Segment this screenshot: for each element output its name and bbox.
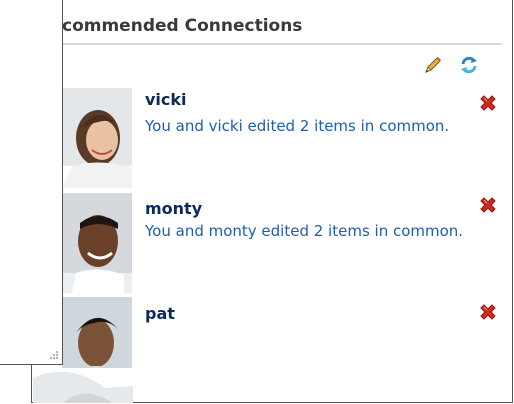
avatar[interactable]	[62, 297, 132, 366]
resize-grip[interactable]	[45, 347, 59, 361]
avatar-partial	[33, 366, 133, 403]
connection-name-monty[interactable]: monty	[145, 199, 202, 218]
connection-name-vicki[interactable]: vicki	[145, 90, 187, 109]
avatar[interactable]	[62, 88, 132, 188]
refresh-icon[interactable]	[458, 54, 480, 76]
pencil-icon[interactable]	[422, 54, 444, 76]
remove-icon[interactable]	[478, 302, 498, 322]
connection-description: You and monty edited 2 items in common.	[145, 222, 464, 240]
remove-icon[interactable]	[478, 93, 498, 113]
title-divider	[62, 43, 502, 45]
avatar[interactable]	[62, 193, 132, 293]
remove-icon[interactable]	[478, 195, 498, 215]
connection-description: You and vicki edited 2 items in common.	[145, 117, 450, 135]
overlapping-window	[0, 0, 63, 365]
connection-name-pat[interactable]: pat	[145, 304, 175, 323]
panel-title: commended Connections	[62, 16, 303, 36]
